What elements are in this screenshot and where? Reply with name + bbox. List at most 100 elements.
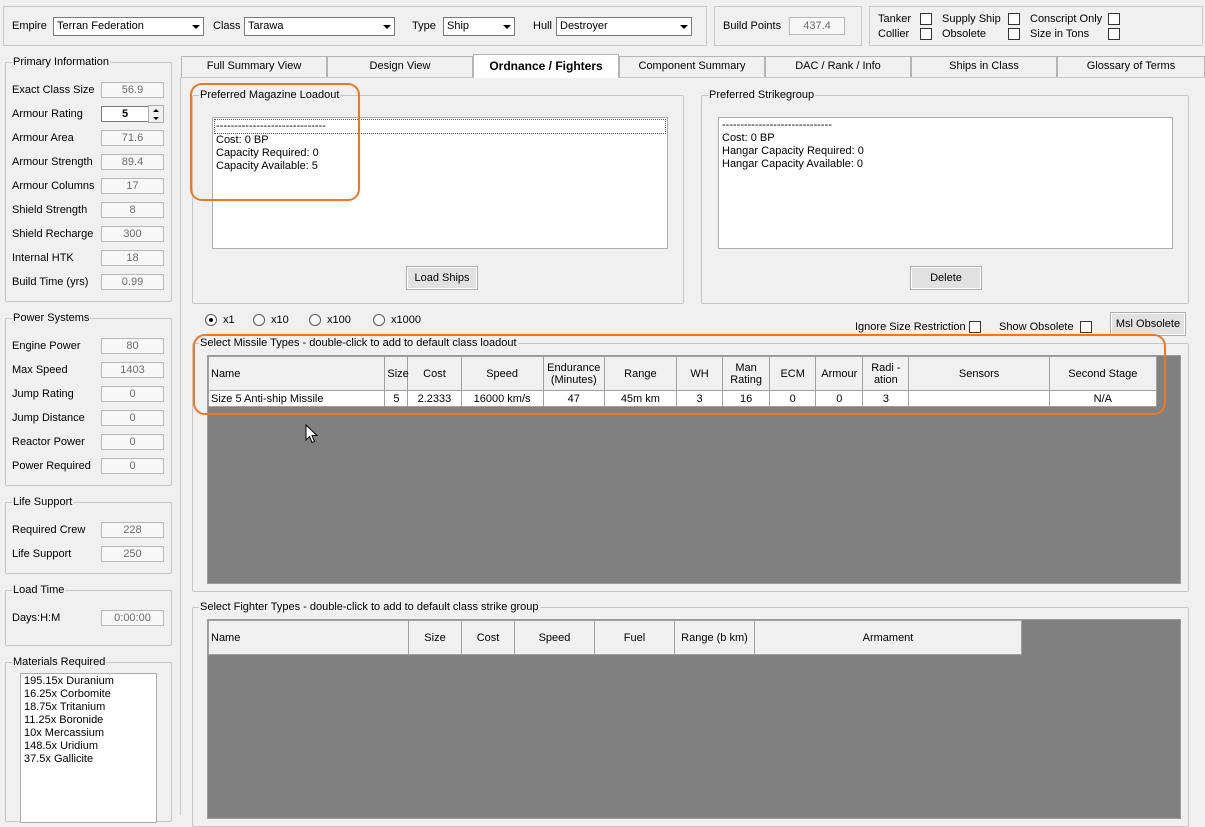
life-support-value: 250 <box>101 546 164 562</box>
tab-ships-in-class[interactable]: Ships in Class <box>911 56 1057 77</box>
list-item: ------------------------------ <box>214 119 666 134</box>
column-header[interactable]: Sensors <box>908 356 1050 391</box>
missile-header-row: Name Size Cost Speed Endurance (Minutes)… <box>207 356 1158 391</box>
type-select[interactable]: Ship <box>443 17 515 36</box>
column-header[interactable]: Endurance (Minutes) <box>542 356 605 391</box>
msl-obsolete-button[interactable]: Msl Obsolete <box>1110 312 1186 336</box>
show-obsolete-checkbox[interactable] <box>1080 321 1092 333</box>
ignore-size-restriction-label: Ignore Size Restriction <box>855 321 966 333</box>
fighter-types-grid[interactable]: Name Size Cost Speed Fuel Range (b km) A… <box>207 619 1181 819</box>
strikegroup-group: Preferred Strikegroup ------------------… <box>701 89 1189 304</box>
life-support-title: Life Support <box>12 496 74 509</box>
collier-checkbox[interactable] <box>920 28 932 40</box>
empire-select[interactable]: Terran Federation <box>53 17 204 36</box>
armour-rating-spinner[interactable] <box>148 105 164 123</box>
primary-information-title: Primary Information <box>12 56 110 69</box>
column-header[interactable]: Radi -ation <box>862 356 910 391</box>
multiplier-x1000-label: x1000 <box>391 314 421 326</box>
armour-columns-label: Armour Columns <box>12 180 95 192</box>
class-select[interactable]: Tarawa <box>244 17 395 36</box>
ignore-size-restriction-checkbox[interactable] <box>969 321 981 333</box>
load-ships-button[interactable]: Load Ships <box>406 266 478 290</box>
strikegroup-title: Preferred Strikegroup <box>708 89 816 102</box>
load-time-title: Load Time <box>12 584 66 597</box>
hull-select[interactable]: Destroyer <box>556 17 692 36</box>
list-item: 16.25x Corbomite <box>24 688 111 700</box>
class-label: Class <box>213 20 241 32</box>
table-cell: 0 <box>815 390 864 407</box>
column-header[interactable]: Range (b km) <box>674 620 755 655</box>
tab-glossary-of-terms[interactable]: Glossary of Terms <box>1057 56 1205 77</box>
max-speed-label: Max Speed <box>12 364 68 376</box>
hull-label: Hull <box>533 20 552 32</box>
power-required-label: Power Required <box>12 460 91 472</box>
size-in-tons-checkbox[interactable] <box>1108 28 1120 40</box>
armour-strength-label: Armour Strength <box>12 156 93 168</box>
list-item: Hangar Capacity Required: 0 <box>722 145 864 157</box>
tanker-label: Tanker <box>878 13 912 25</box>
delete-button[interactable]: Delete <box>910 266 982 290</box>
column-header[interactable]: Cost <box>461 620 515 655</box>
internal-htk-value: 18 <box>101 250 164 266</box>
tab-design-view[interactable]: Design View <box>327 56 473 77</box>
fighter-header-row: Name Size Cost Speed Fuel Range (b km) A… <box>208 620 1022 655</box>
materials-required-group: Materials Required 195.15x Duranium 16.2… <box>5 656 172 823</box>
tab-full-summary-view[interactable]: Full Summary View <box>181 56 327 77</box>
show-obsolete-label: Show Obsolete <box>999 321 1074 333</box>
build-points-value: 437.4 <box>789 17 845 35</box>
jump-distance-value: 0 <box>101 410 164 426</box>
obsolete-checkbox[interactable] <box>1008 28 1020 40</box>
multiplier-x1-radio[interactable] <box>205 314 217 326</box>
column-header[interactable]: Size <box>384 356 409 391</box>
multiplier-x1000-radio[interactable] <box>373 314 385 326</box>
tab-component-summary[interactable]: Component Summary <box>619 56 765 77</box>
tab-ordnance-fighters[interactable]: Ordnance / Fighters <box>473 54 619 78</box>
multiplier-x100-radio[interactable] <box>309 314 321 326</box>
list-item: Cost: 0 BP <box>216 134 269 146</box>
strikegroup-list[interactable]: ------------------------------ Cost: 0 B… <box>718 117 1173 249</box>
column-header[interactable]: Man Rating <box>722 356 771 391</box>
tanker-checkbox[interactable] <box>920 13 932 25</box>
shield-recharge-label: Shield Recharge <box>12 228 94 240</box>
build-time-label: Build Time (yrs) <box>12 276 89 288</box>
conscript-only-checkbox[interactable] <box>1108 13 1120 25</box>
type-label: Type <box>412 20 436 32</box>
materials-list[interactable]: 195.15x Duranium 16.25x Corbomite 18.75x… <box>20 673 157 823</box>
column-header[interactable]: Speed <box>460 356 544 391</box>
column-header[interactable]: Range <box>603 356 677 391</box>
tab-dac-rank-info[interactable]: DAC / Rank / Info <box>765 56 911 77</box>
table-cell: Size 5 Anti-ship Missile <box>207 390 386 407</box>
materials-required-title: Materials Required <box>12 656 107 669</box>
column-header[interactable]: Armour <box>815 356 864 391</box>
column-header[interactable]: ECM <box>769 356 817 391</box>
magazine-loadout-title: Preferred Magazine Loadout <box>199 89 341 102</box>
arrow-down-icon <box>153 117 159 120</box>
magazine-loadout-list[interactable]: ------------------------------ Cost: 0 B… <box>212 117 668 249</box>
column-header[interactable]: Fuel <box>594 620 675 655</box>
column-header[interactable]: Size <box>408 620 462 655</box>
column-header[interactable]: Cost <box>407 356 462 391</box>
multiplier-x10-radio[interactable] <box>253 314 265 326</box>
jump-rating-value: 0 <box>101 386 164 402</box>
column-header[interactable]: Name <box>207 356 386 391</box>
ship-flags-panel: Tanker Supply Ship Conscript Only Collie… <box>869 6 1203 46</box>
exact-class-size-value: 56.9 <box>101 82 164 98</box>
column-header[interactable]: WH <box>675 356 724 391</box>
table-cell: 3 <box>862 390 910 407</box>
armour-area-value: 71.6 <box>101 130 164 146</box>
list-item: Capacity Available: 5 <box>216 160 318 172</box>
column-header[interactable]: Name <box>208 620 409 655</box>
column-header[interactable]: Speed <box>514 620 595 655</box>
column-header[interactable]: Armament <box>754 620 1022 655</box>
missile-types-grid[interactable]: Name Size Cost Speed Endurance (Minutes)… <box>207 355 1181 584</box>
table-row[interactable]: Size 5 Anti-ship Missile 5 2.2333 16000 … <box>207 390 1158 407</box>
power-required-value: 0 <box>101 458 164 474</box>
chevron-down-icon <box>187 18 203 35</box>
life-support-group: Life Support Required Crew 228 Life Supp… <box>5 496 172 574</box>
chevron-down-icon <box>498 18 514 35</box>
column-header[interactable]: Second Stage <box>1048 356 1158 391</box>
table-cell: 5 <box>384 390 409 407</box>
supply-ship-checkbox[interactable] <box>1008 13 1020 25</box>
armour-rating-input[interactable]: 5 <box>101 106 149 122</box>
arrow-up-icon <box>153 109 159 112</box>
